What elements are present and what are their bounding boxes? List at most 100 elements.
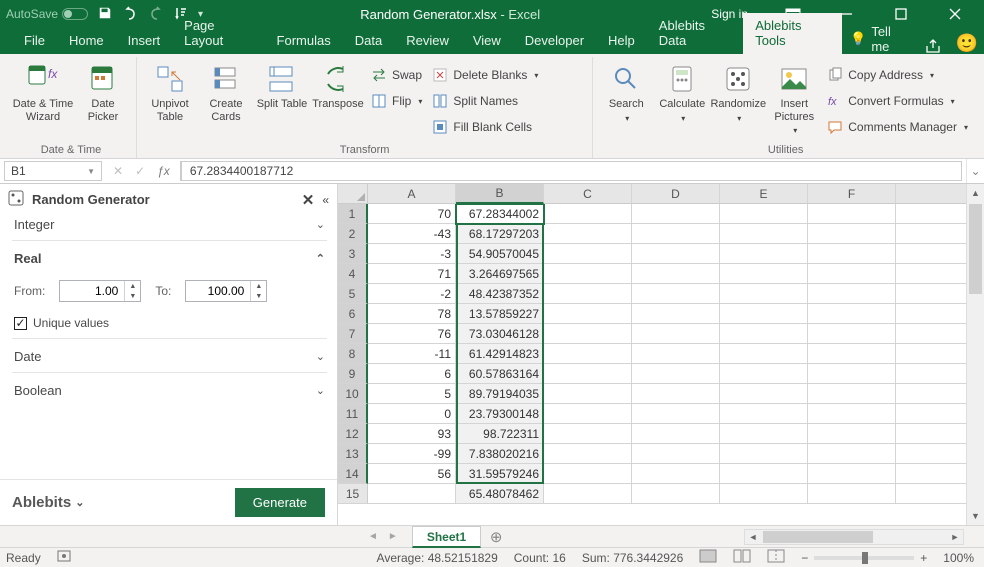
cell[interactable] bbox=[808, 304, 896, 324]
share-icon[interactable] bbox=[917, 38, 951, 54]
cell[interactable]: -2 bbox=[368, 284, 456, 304]
cell[interactable]: 93 bbox=[368, 424, 456, 444]
cell[interactable]: 13.57859227 bbox=[456, 304, 544, 324]
cell[interactable]: 7.838020216 bbox=[456, 444, 544, 464]
cell[interactable]: -3 bbox=[368, 244, 456, 264]
to-input[interactable]: ▲▼ bbox=[185, 280, 267, 302]
cell[interactable]: 0 bbox=[368, 404, 456, 424]
ablebits-brand[interactable]: Ablebits⌄ bbox=[12, 494, 84, 511]
row-header[interactable]: 6 bbox=[338, 304, 368, 324]
cell[interactable] bbox=[632, 264, 720, 284]
cell[interactable]: 60.57863164 bbox=[456, 364, 544, 384]
cell[interactable]: -11 bbox=[368, 344, 456, 364]
scroll-thumb[interactable] bbox=[969, 204, 982, 294]
tab-home[interactable]: Home bbox=[57, 28, 116, 54]
cell[interactable] bbox=[544, 484, 632, 504]
cell[interactable] bbox=[808, 264, 896, 284]
cell[interactable] bbox=[544, 264, 632, 284]
spin-up-icon[interactable]: ▲ bbox=[251, 281, 266, 291]
row-header[interactable]: 11 bbox=[338, 404, 368, 424]
cell[interactable] bbox=[808, 444, 896, 464]
cell[interactable] bbox=[544, 344, 632, 364]
cell[interactable]: 76 bbox=[368, 324, 456, 344]
spin-up-icon[interactable]: ▲ bbox=[125, 281, 140, 291]
calculate-button[interactable]: Calculate▾ bbox=[655, 61, 709, 123]
cell[interactable] bbox=[544, 204, 632, 224]
search-button[interactable]: Search▾ bbox=[599, 61, 653, 123]
cell[interactable] bbox=[544, 224, 632, 244]
cell[interactable] bbox=[368, 484, 456, 504]
cell[interactable]: 23.79300148 bbox=[456, 404, 544, 424]
unique-values-checkbox[interactable]: ✓Unique values bbox=[14, 316, 325, 330]
col-header-E[interactable]: E bbox=[720, 184, 808, 204]
cell[interactable]: 48.42387352 bbox=[456, 284, 544, 304]
comments-manager-button[interactable]: Comments Manager▾ bbox=[823, 116, 972, 138]
cell[interactable] bbox=[808, 284, 896, 304]
cell[interactable]: 70 bbox=[368, 204, 456, 224]
cell[interactable] bbox=[544, 304, 632, 324]
cell[interactable]: 6 bbox=[368, 364, 456, 384]
cell[interactable] bbox=[720, 244, 808, 264]
cell[interactable] bbox=[808, 384, 896, 404]
cell[interactable] bbox=[544, 464, 632, 484]
cancel-formula-icon[interactable]: ✕ bbox=[113, 164, 123, 178]
tab-help[interactable]: Help bbox=[596, 28, 647, 54]
cell[interactable]: 54.90570045 bbox=[456, 244, 544, 264]
redo-icon[interactable] bbox=[148, 6, 164, 23]
cell[interactable] bbox=[632, 204, 720, 224]
cell[interactable] bbox=[632, 444, 720, 464]
cell[interactable]: 68.17297203 bbox=[456, 224, 544, 244]
cell[interactable] bbox=[632, 304, 720, 324]
cell[interactable]: 98.722311 bbox=[456, 424, 544, 444]
panel-close-icon[interactable]: ✕ bbox=[302, 191, 315, 209]
cell[interactable] bbox=[544, 424, 632, 444]
select-all-corner[interactable] bbox=[338, 184, 368, 204]
cell[interactable] bbox=[632, 344, 720, 364]
undo-icon[interactable] bbox=[122, 6, 138, 23]
tellme-button[interactable]: 💡 Tell me bbox=[842, 24, 916, 54]
name-box[interactable]: B1▼ bbox=[4, 161, 102, 181]
cell[interactable] bbox=[720, 364, 808, 384]
cell[interactable] bbox=[544, 444, 632, 464]
row-header[interactable]: 14 bbox=[338, 464, 368, 484]
col-header-F[interactable]: F bbox=[808, 184, 896, 204]
cell[interactable] bbox=[632, 324, 720, 344]
cell[interactable] bbox=[720, 384, 808, 404]
cell[interactable] bbox=[720, 464, 808, 484]
transpose-button[interactable]: Transpose bbox=[311, 61, 365, 111]
cell[interactable] bbox=[544, 404, 632, 424]
tab-formulas[interactable]: Formulas bbox=[265, 28, 343, 54]
tab-nav-next-icon[interactable]: ► bbox=[388, 531, 398, 542]
cell[interactable] bbox=[720, 424, 808, 444]
fx-icon[interactable]: ƒx bbox=[157, 164, 170, 178]
convert-formulas-button[interactable]: fxConvert Formulas▾ bbox=[823, 90, 972, 112]
create-cards-button[interactable]: Create Cards bbox=[199, 61, 253, 123]
cell[interactable] bbox=[720, 404, 808, 424]
cell[interactable] bbox=[720, 284, 808, 304]
split-names-button[interactable]: Split Names bbox=[428, 90, 542, 112]
cell[interactable] bbox=[808, 464, 896, 484]
row-header[interactable]: 7 bbox=[338, 324, 368, 344]
col-header-B[interactable]: B bbox=[456, 184, 544, 204]
copy-address-button[interactable]: Copy Address▾ bbox=[823, 64, 972, 86]
zoom-in-icon[interactable]: + bbox=[920, 551, 927, 565]
cell[interactable] bbox=[632, 364, 720, 384]
enter-formula-icon[interactable]: ✓ bbox=[135, 164, 145, 178]
cell[interactable] bbox=[632, 284, 720, 304]
date-time-wizard-button[interactable]: fx Date & Time Wizard bbox=[12, 61, 74, 123]
scroll-left-icon[interactable]: ◄ bbox=[745, 530, 761, 544]
scroll-right-icon[interactable]: ► bbox=[947, 530, 963, 544]
cell[interactable]: 31.59579246 bbox=[456, 464, 544, 484]
split-table-button[interactable]: Split Table bbox=[255, 61, 309, 111]
cell[interactable]: -99 bbox=[368, 444, 456, 464]
panel-collapse-icon[interactable]: « bbox=[322, 193, 329, 207]
scroll-up-icon[interactable]: ▲ bbox=[967, 184, 984, 202]
cell[interactable] bbox=[720, 344, 808, 364]
cell[interactable] bbox=[632, 464, 720, 484]
cell[interactable]: 56 bbox=[368, 464, 456, 484]
cell[interactable]: 71 bbox=[368, 264, 456, 284]
tab-insert[interactable]: Insert bbox=[116, 28, 173, 54]
horizontal-scrollbar[interactable]: ◄ ► bbox=[744, 529, 964, 545]
cell[interactable] bbox=[544, 324, 632, 344]
tab-developer[interactable]: Developer bbox=[513, 28, 596, 54]
